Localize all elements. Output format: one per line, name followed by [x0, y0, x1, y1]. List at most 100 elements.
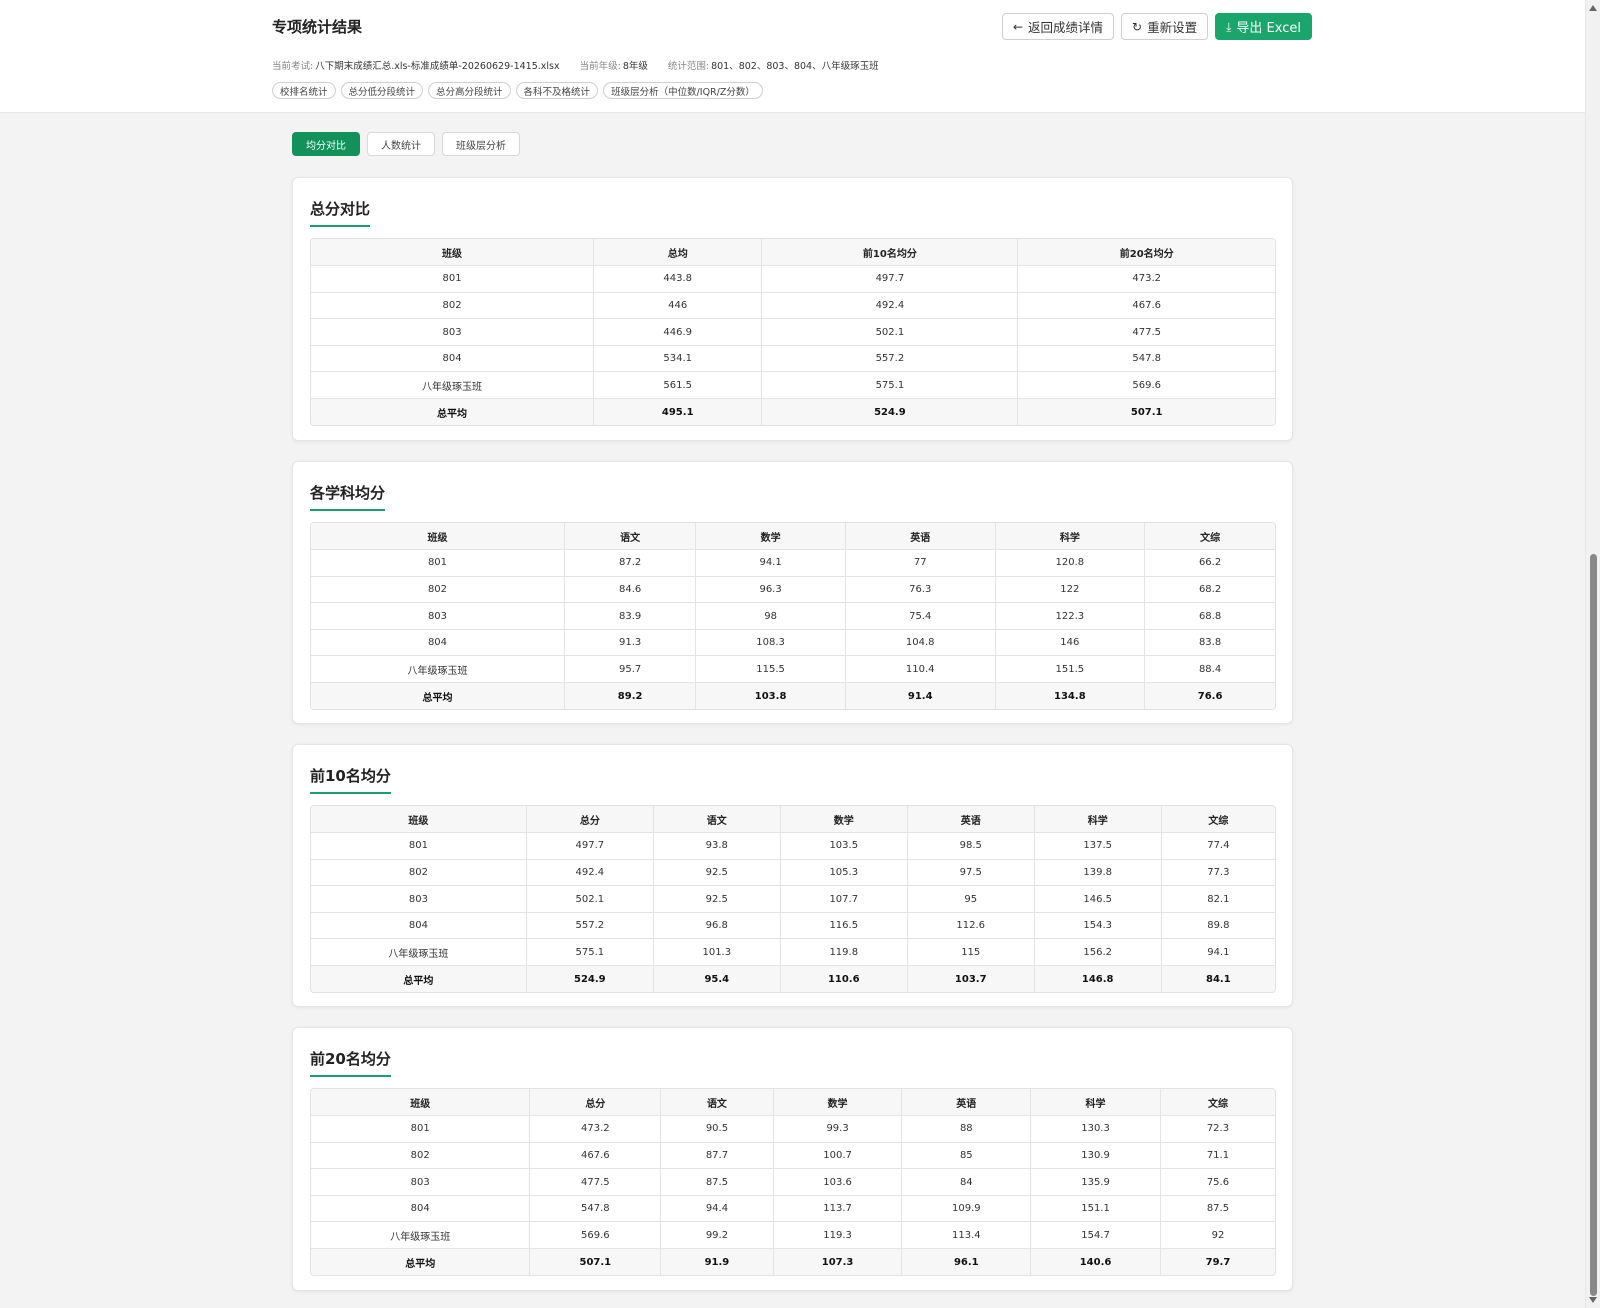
score-cell: 130.9 [1030, 1142, 1161, 1170]
table-row: 八年级琢玉班 95.7 115.5 110.4 151.5 88.4 [311, 655, 1275, 684]
table-row: 801 87.2 94.1 77 120.8 66.2 [311, 549, 1275, 577]
chip-class-layer[interactable]: 班级层分析（中位数/IQR/Z分数） [603, 82, 763, 99]
tab-headcount[interactable]: 人数统计 [367, 132, 435, 156]
score-cell: 103.8 [695, 682, 846, 710]
score-table: 班级 总分 语文 数学 英语 科学 文综 801 497.7 93.8 103.5 98.5 137.5… [311, 806, 1275, 993]
tab-class-layer[interactable]: 班级层分析 [442, 132, 520, 156]
score-cell: 68.2 [1144, 576, 1275, 604]
table-row: 八年级琢玉班 561.5 575.1 569.6 [311, 371, 1275, 400]
score-cell: 95 [907, 885, 1035, 913]
score-cell: 103.7 [907, 965, 1035, 993]
score-cell: 95.4 [653, 965, 781, 993]
vertical-scrollbar[interactable] [1585, 0, 1600, 1308]
column-header: 语文 [653, 806, 781, 834]
class-name-cell: 801 [311, 832, 527, 860]
column-header: 数学 [773, 1089, 903, 1117]
score-cell: 443.8 [593, 265, 763, 293]
score-cell: 101.3 [653, 938, 781, 967]
column-header: 数学 [780, 806, 908, 834]
tab-average-compare[interactable]: 均分对比 [292, 132, 360, 156]
column-header: 文综 [1160, 1089, 1275, 1117]
score-cell: 87.5 [1160, 1195, 1275, 1223]
chip-school-rank[interactable]: 校排名统计 [272, 82, 336, 99]
table-row: 801 443.8 497.7 473.2 [311, 265, 1275, 293]
score-cell: 108.3 [695, 629, 846, 657]
score-cell: 99.2 [660, 1221, 774, 1250]
class-name-cell: 803 [311, 602, 565, 630]
export-excel-button[interactable]: ⤓ 导出 Excel [1215, 13, 1312, 40]
back-button[interactable]: ← 返回成绩详情 [1001, 13, 1115, 40]
scroll-thumb[interactable] [1590, 554, 1597, 1296]
score-cell: 87.2 [564, 549, 697, 577]
chip-high-score-band[interactable]: 总分高分段统计 [428, 82, 511, 99]
score-cell: 92.5 [653, 885, 781, 913]
score-cell: 151.5 [995, 655, 1146, 684]
score-cell: 97.5 [907, 859, 1035, 887]
reset-button[interactable]: ↻ 重新设置 [1121, 13, 1209, 40]
score-cell: 71.1 [1160, 1142, 1275, 1170]
score-cell: 103.6 [773, 1168, 903, 1196]
header-actions: ← 返回成绩详情 ↻ 重新设置 ⤓ 导出 Excel [1001, 13, 1312, 40]
table-row: 804 557.2 96.8 116.5 112.6 154.3 89.8 [311, 912, 1275, 940]
class-name-cell: 804 [311, 1195, 531, 1223]
table-container: 班级 语文 数学 英语 科学 文综 801 87.2 94.1 77 120.8 66.2 802 84.… [310, 522, 1276, 711]
score-cell: 85 [901, 1142, 1032, 1170]
score-cell: 569.6 [1017, 371, 1275, 400]
card-title: 总分对比 [310, 198, 371, 227]
score-cell: 91.9 [660, 1248, 774, 1276]
score-cell: 151.1 [1030, 1195, 1161, 1223]
card-title: 各学科均分 [310, 482, 386, 511]
column-header: 科学 [1030, 1089, 1161, 1117]
table-row: 801 497.7 93.8 103.5 98.5 137.5 77.4 [311, 832, 1275, 860]
score-cell: 92 [1160, 1221, 1275, 1250]
stat-card: 总分对比班级 总均 前10名均分 前20名均分 801 443.8 497.7 473.2 80… [292, 177, 1293, 441]
score-cell: 497.7 [526, 832, 654, 860]
score-cell: 557.2 [526, 912, 654, 940]
score-cell: 91.3 [564, 629, 697, 657]
column-header: 班级 [311, 523, 565, 551]
column-header: 前20名均分 [1017, 239, 1275, 267]
score-cell: 98.5 [907, 832, 1035, 860]
stat-card: 前20名均分 班级 总分 语文 数学 英语 科学 文综 801 473.2 90.5 99.3 88 13… [292, 1027, 1293, 1291]
back-button-label: 返回成绩详情 [1028, 20, 1104, 35]
meta-grade: 当前年级: 8年级 [579, 61, 648, 72]
column-header: 总均 [593, 239, 763, 267]
score-cell: 120.8 [995, 549, 1146, 577]
score-cell: 507.1 [529, 1248, 662, 1276]
class-name-cell: 八年级琢玉班 [311, 371, 595, 400]
score-cell: 77.3 [1161, 859, 1275, 887]
score-cell: 94.1 [1161, 938, 1275, 967]
score-cell: 68.8 [1144, 602, 1275, 630]
score-cell: 83.8 [1144, 629, 1275, 657]
table-container: 班级 总均 前10名均分 前20名均分 801 443.8 497.7 473.2 802 446… [310, 238, 1276, 427]
column-header: 语文 [564, 523, 697, 551]
scroll-down-icon[interactable] [1589, 1297, 1597, 1303]
score-cell: 89.8 [1161, 912, 1275, 940]
column-header: 总分 [529, 1089, 662, 1117]
chip-low-score-band[interactable]: 总分低分段统计 [340, 82, 424, 99]
table-row: 八年级琢玉班 575.1 101.3 119.8 115 156.2 94.1 [311, 938, 1275, 967]
column-header: 英语 [907, 806, 1035, 834]
score-cell: 154.7 [1030, 1221, 1161, 1250]
score-cell: 96.8 [653, 912, 781, 940]
score-cell: 561.5 [593, 371, 763, 400]
score-cell: 107.7 [780, 885, 908, 913]
table-container: 班级 总分 语文 数学 英语 科学 文综 801 497.7 93.8 103.5 98.5 137.5… [310, 805, 1276, 994]
class-name-cell: 801 [311, 549, 565, 577]
score-cell: 492.4 [761, 292, 1019, 320]
total-row: 总平均 89.2 103.8 91.4 134.8 76.6 [311, 682, 1275, 710]
score-cell: 119.8 [780, 938, 908, 967]
chip-fail-stats[interactable]: 各科不及格统计 [515, 82, 599, 99]
score-cell: 122 [995, 576, 1146, 604]
scroll-up-icon[interactable] [1589, 5, 1597, 11]
table-header-row: 班级 总分 语文 数学 英语 科学 文综 [311, 1089, 1275, 1117]
column-header: 班级 [311, 806, 527, 834]
score-cell: 507.1 [1017, 398, 1275, 426]
class-name-cell: 802 [311, 576, 565, 604]
class-name-cell: 803 [311, 318, 595, 346]
score-cell: 103.5 [780, 832, 908, 860]
class-name-cell: 801 [311, 1115, 531, 1143]
class-name-cell: 802 [311, 859, 527, 887]
exam-meta: 当前考试: 八下期末成绩汇总.xls-标准成绩单-20260629-1415.xl… [272, 58, 879, 72]
table-row: 804 547.8 94.4 113.7 109.9 151.1 87.5 [311, 1195, 1275, 1223]
